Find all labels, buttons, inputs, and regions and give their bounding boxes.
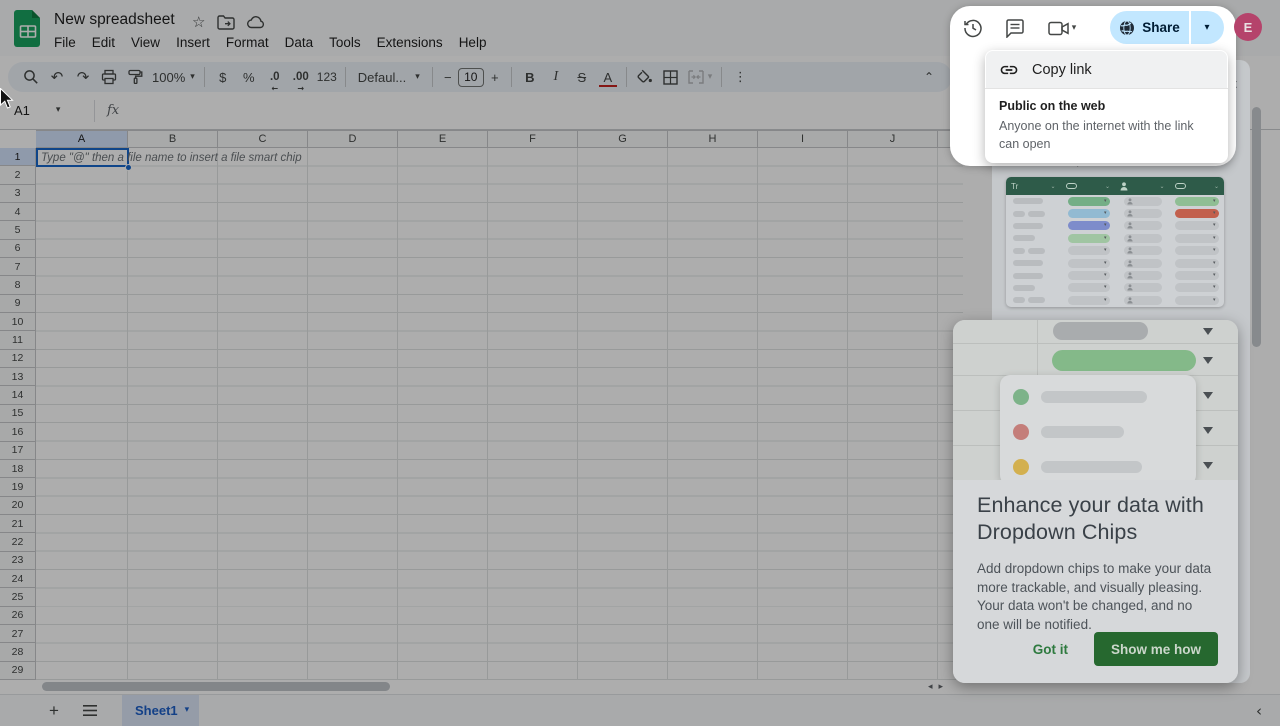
illustration-dropdown-menu (1000, 375, 1196, 480)
palette-table-row: ▾ ▾ (1006, 282, 1224, 294)
palette-table-row: ▾ ▾ (1006, 257, 1224, 269)
chevron-down-icon: ▾ (1071, 22, 1077, 33)
palette-table-row: ▾ ▾ (1006, 245, 1224, 257)
share-button[interactable]: Share (1110, 11, 1189, 44)
chip-icon (1065, 183, 1077, 189)
dropdown-arrow-icon (1203, 328, 1213, 335)
copy-link-popup: Copy link Public on the web Anyone on th… (985, 50, 1228, 163)
palette-table-row: ▾ ▾ (1006, 294, 1224, 306)
link-icon (1000, 65, 1018, 74)
dropdown-arrow-icon (1203, 462, 1213, 469)
person-icon (1120, 181, 1128, 190)
access-level-description: Anyone on the internet with the link can… (999, 119, 1194, 151)
color-palette-preview-table[interactable]: Tr ⌄ ⌄ ⌄ ⌄ ▾ ▾ ▾ ▾ ▾ ▾ ▾ ▾ ▾ ▾ ▾ ▾ ▾ ▾ ▾ ▾ ▾ ▾ (1006, 177, 1224, 307)
globe-icon (1120, 20, 1135, 35)
dropdown-arrow-icon (1203, 427, 1213, 434)
palette-table-row: ▾ ▾ (1006, 269, 1224, 281)
copy-link-label: Copy link (1032, 61, 1092, 78)
palette-table-body: ▾ ▾ ▾ ▾ ▾ ▾ ▾ ▾ ▾ ▾ ▾ ▾ ▾ ▾ ▾ ▾ ▾ ▾ (1006, 195, 1224, 307)
illustration-menu-item (1000, 457, 1196, 477)
mouse-cursor (0, 88, 14, 109)
dropdown-chips-illustration (953, 320, 1238, 480)
chevron-down-icon: ▾ (1204, 21, 1210, 33)
google-sheets-app: New spreadsheet ☆ File Edit View Insert Form… (0, 0, 1280, 726)
comments-button[interactable] (994, 8, 1036, 48)
share-options-button[interactable]: ▾ (1190, 11, 1224, 44)
share-split-button: Share ▾ (1110, 11, 1224, 44)
copy-link-button[interactable]: Copy link (986, 51, 1227, 88)
palette-table-row: ▾ ▾ (1006, 195, 1224, 207)
palette-table-row: ▾ ▾ (1006, 232, 1224, 244)
got-it-button[interactable]: Got it (1033, 642, 1068, 657)
promo-title: Enhance your data with Dropdown Chips (977, 493, 1204, 544)
dropdown-arrow-icon (1203, 357, 1213, 364)
show-me-how-button[interactable]: Show me how (1093, 632, 1218, 666)
chip-icon (1174, 183, 1186, 189)
palette-table-row: ▾ ▾ (1006, 220, 1224, 232)
text-format-icon: Tr (1011, 181, 1019, 191)
access-level-title: Public on the web (999, 99, 1106, 113)
illustration-menu-item (1000, 422, 1196, 442)
illustration-green-chip (1052, 350, 1196, 371)
dropdown-chips-promo-card: Enhance your data with Dropdown Chips Ad… (953, 320, 1238, 683)
account-avatar[interactable]: E (1234, 13, 1262, 41)
palette-table-row: ▾ ▾ (1006, 207, 1224, 219)
join-call-button[interactable]: ▾ (1036, 8, 1088, 48)
illustration-gray-chip (1053, 322, 1148, 340)
dropdown-arrow-icon (1203, 392, 1213, 399)
illustration-menu-item (1000, 387, 1196, 407)
version-history-button[interactable] (952, 8, 994, 48)
top-action-buttons: ▾ (952, 8, 1088, 48)
palette-table-header: Tr ⌄ ⌄ ⌄ ⌄ (1006, 177, 1224, 195)
promo-body: Add dropdown chips to make your data mor… (977, 561, 1212, 632)
